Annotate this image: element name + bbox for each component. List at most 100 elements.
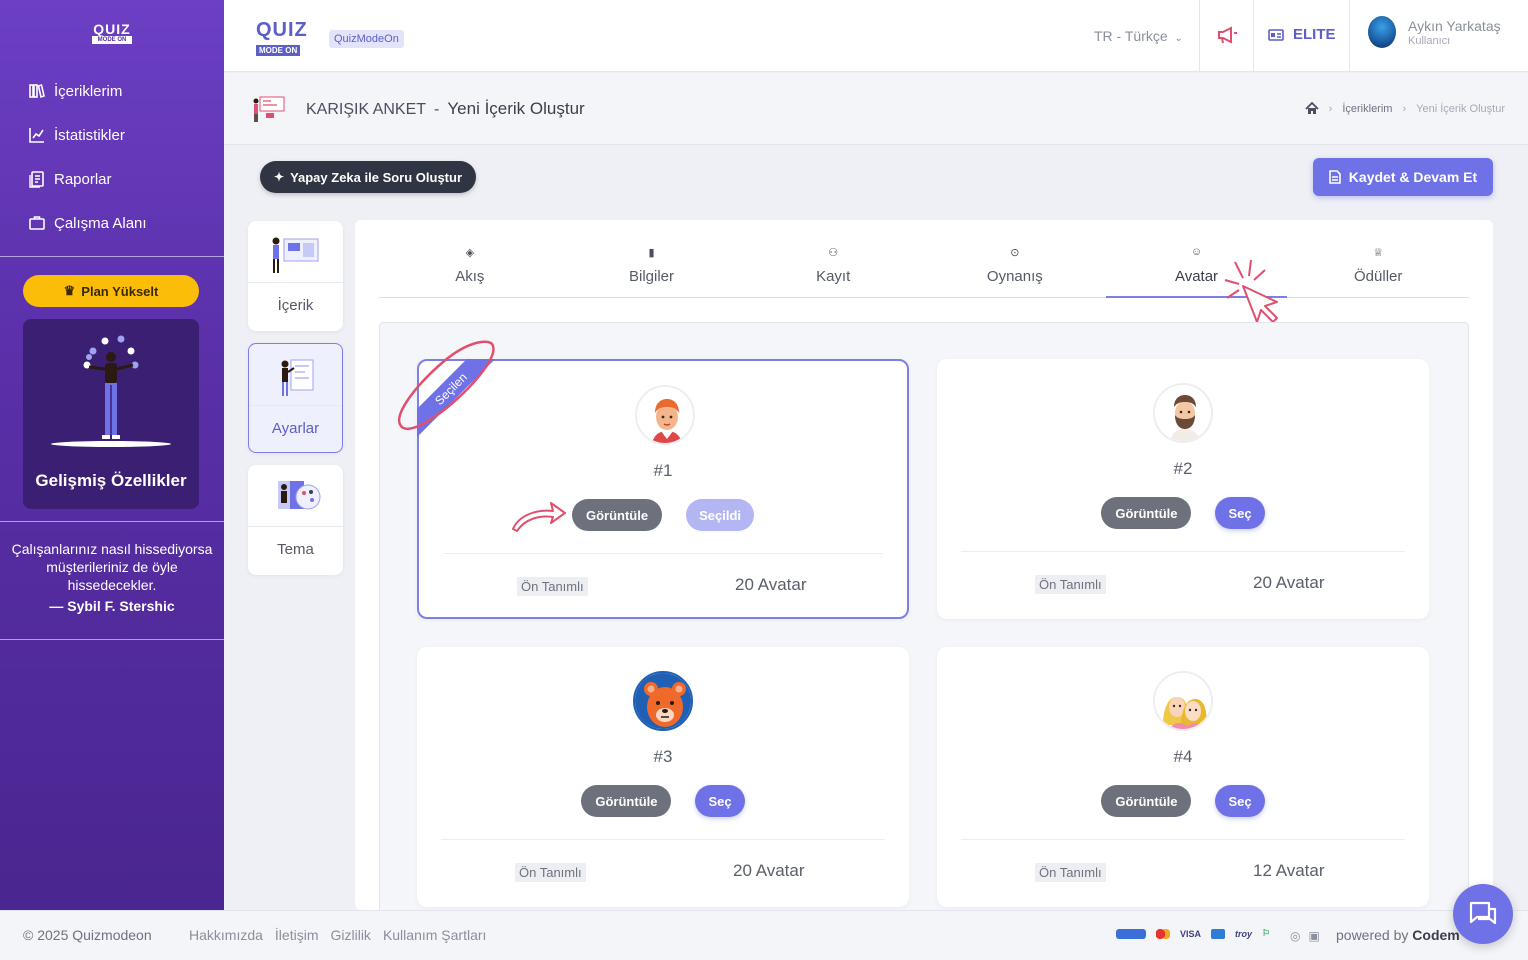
footer-link-terms[interactable]: Kullanım Şartları	[383, 927, 486, 943]
user-menu[interactable]: Aykın Yarkataş Kullanıcı	[1368, 16, 1501, 48]
predefined-tag: Ön Tanımlı	[517, 577, 588, 596]
header-logo[interactable]: QUIZ MODE ON	[256, 20, 308, 58]
workspace-badge: QuizModeOn	[329, 30, 404, 48]
avatar-preview-1	[635, 385, 695, 445]
view-avatar-button[interactable]: Görüntüle	[1101, 785, 1192, 817]
sidebar-quote: Çalışanlarınız nasıl hissediyorsa müşter…	[11, 541, 213, 614]
ai-generate-button[interactable]: ✦ Yapay Zeka ile Soru Oluştur	[260, 161, 477, 193]
step-divider	[249, 405, 342, 406]
chat-button[interactable]	[1453, 884, 1513, 944]
sidebar-logo[interactable]: QUIZ MODE ON	[92, 22, 132, 44]
tab-kayit[interactable]: ⚇ Kayıt	[742, 242, 924, 297]
tab-bilgiler[interactable]: ▮ Bilgiler	[561, 242, 743, 297]
step-tema[interactable]: Tema	[248, 465, 343, 575]
visa-logo: VISA	[1180, 928, 1202, 939]
header-divider	[1199, 0, 1200, 72]
page-title: KARIŞIK ANKET - Yeni İçerik Oluştur	[306, 99, 585, 118]
sidebar-item-label: İçeriklerim	[54, 82, 123, 100]
circle-annotation	[398, 340, 495, 431]
breadcrumb-separator: ›	[1328, 102, 1333, 115]
avatar-card-3[interactable]: #3 Görüntüle Seç Ön Tanımlı 20 Avatar	[417, 647, 909, 907]
avatar-card-4[interactable]: #4 Görüntüle Seç Ön Tanımlı 12 Avatar	[937, 647, 1429, 907]
top-header: QUIZ MODE ON QuizModeOn TR - Türkçe ⌄ EL…	[224, 0, 1528, 72]
page-subheader: KARIŞIK ANKET - Yeni İçerik Oluştur › İçer…	[224, 73, 1528, 145]
avatar-count: 20 Avatar	[1253, 573, 1325, 592]
play-circle-icon: ⊙	[1010, 247, 1020, 259]
sidebar-item-istatistikler[interactable]: İstatistikler	[28, 124, 147, 146]
sidebar-divider	[0, 256, 224, 257]
settings-tabs: ◈ Akış ▮ Bilgiler ⚇ Kayıt ⊙ Oynanış ☺ Av…	[379, 242, 1469, 298]
view-avatar-button[interactable]: Görüntüle	[571, 499, 663, 531]
avatar-count: 20 Avatar	[735, 575, 807, 594]
instagram-icon[interactable]: ◎	[1290, 929, 1300, 943]
library-icon	[29, 83, 45, 99]
footer-link-contact[interactable]: İletişim	[275, 927, 319, 943]
arrow-annotation	[512, 502, 566, 532]
linkedin-icon[interactable]: ▣	[1308, 929, 1319, 943]
amex-icon	[1211, 928, 1226, 939]
step-icerik[interactable]: İçerik	[248, 221, 343, 331]
tab-akis[interactable]: ◈ Akış	[379, 242, 561, 297]
chart-line-icon	[29, 128, 44, 143]
avatar-count: 12 Avatar	[1253, 861, 1325, 880]
breadcrumb-separator: ›	[1402, 102, 1407, 115]
sidebar-item-raporlar[interactable]: Raporlar	[28, 168, 147, 190]
avatar	[1368, 16, 1396, 48]
avatar-count: 20 Avatar	[733, 861, 805, 880]
step-divider	[248, 282, 343, 283]
theme-illustration-icon	[278, 481, 321, 510]
tab-oynanis[interactable]: ⊙ Oynanış	[924, 242, 1106, 297]
card-divider	[961, 551, 1405, 552]
sidebar-item-label: Raporlar	[54, 170, 112, 188]
save-continue-button[interactable]: Kaydet & Devam Et	[1313, 158, 1493, 196]
select-avatar-button[interactable]: Seç	[1215, 785, 1265, 817]
selected-avatar-button[interactable]: Seçildi	[686, 499, 755, 531]
predefined-tag: Ön Tanımlı	[1035, 863, 1106, 882]
report-icon	[29, 171, 44, 188]
iyzico-logo-icon	[1116, 928, 1146, 939]
sparkle-icon: ✦	[274, 170, 285, 184]
avatar-preview-4	[1153, 671, 1213, 731]
sidebar-item-label: İstatistikler	[54, 126, 125, 144]
crown-icon: ♛	[63, 283, 76, 298]
card-divider	[961, 839, 1405, 840]
pointer-cursor-annotation	[1224, 259, 1278, 323]
elite-plan-button[interactable]: ELITE	[1268, 26, 1336, 43]
avatar-card-2[interactable]: #2 Görüntüle Seç Ön Tanımlı 20 Avatar	[937, 359, 1429, 619]
chat-icon	[1469, 901, 1497, 925]
footer-link-about[interactable]: Hakkımızda	[189, 927, 263, 943]
users-icon: ⚇	[828, 247, 839, 259]
plan-upgrade-button[interactable]: ♛ Plan Yükselt	[23, 275, 199, 307]
tab-oduller[interactable]: ♕ Ödüller	[1287, 242, 1469, 297]
step-ayarlar[interactable]: Ayarlar	[248, 343, 343, 453]
content-illustration-icon	[272, 237, 319, 273]
select-avatar-button[interactable]: Seç	[695, 785, 745, 817]
avatar-grid: Seçilen #1 Görüntüle Seçildi Ön Tanımlı …	[379, 322, 1469, 922]
briefcase-icon	[29, 216, 45, 230]
settings-panel: ◈ Akış ▮ Bilgiler ⚇ Kayıt ⊙ Oynanış ☺ Av…	[355, 220, 1493, 922]
document-icon	[1328, 170, 1341, 184]
info-doc-icon: ▮	[648, 247, 655, 259]
avatar-preview-3	[633, 671, 693, 731]
breadcrumb-link[interactable]: İçeriklerim	[1342, 103, 1392, 115]
sidebar: QUIZ MODE ON İçeriklerim İstatistikler R…	[0, 0, 224, 910]
home-icon[interactable]	[1305, 102, 1319, 115]
breadcrumb: › İçeriklerim › Yeni İçerik Oluştur	[1305, 102, 1505, 115]
settings-illustration-icon	[281, 359, 314, 396]
select-avatar-button[interactable]: Seç	[1215, 497, 1265, 529]
trophy-icon: ♕	[1373, 247, 1384, 259]
id-card-icon	[1268, 28, 1284, 41]
sidebar-item-calisma-alani[interactable]: Çalışma Alanı	[28, 212, 147, 234]
layers-icon: ◈	[465, 247, 475, 259]
footer-link-privacy[interactable]: Gizlilik	[330, 927, 370, 943]
footer-links: Hakkımızda İletişim Gizlilik Kullanım Şa…	[189, 927, 486, 943]
view-avatar-button[interactable]: Görüntüle	[581, 785, 672, 817]
advanced-features-card[interactable]: Gelişmiş Özellikler	[23, 319, 199, 509]
language-select[interactable]: TR - Türkçe ⌄	[1094, 28, 1183, 44]
megaphone-icon[interactable]	[1216, 25, 1238, 45]
view-avatar-button[interactable]: Görüntüle	[1101, 497, 1192, 529]
secure-icon: ⚐	[1262, 928, 1271, 938]
step-divider	[248, 526, 343, 527]
payment-logos: VISA troy ⚐	[1116, 928, 1270, 939]
sidebar-item-iceriklerim[interactable]: İçeriklerim	[28, 80, 147, 102]
